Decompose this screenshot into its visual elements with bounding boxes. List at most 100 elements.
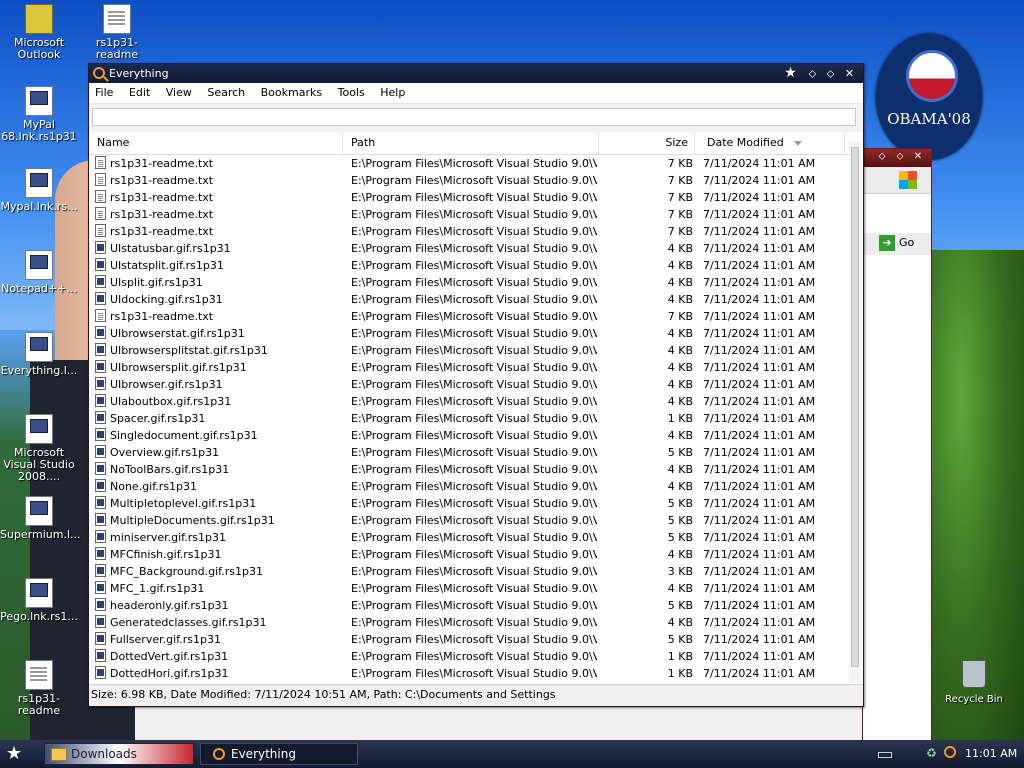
desktop-icon-pego[interactable]: Pego.lnk.rs1...: [0, 578, 78, 623]
table-row[interactable]: MFC_Background.gif.rs1p31 E:\Program File…: [89, 563, 849, 580]
table-row[interactable]: Fullserver.gif.rs1p31 E:\Program Files\Mi…: [89, 631, 849, 648]
file-size: 4 KB: [667, 327, 693, 340]
table-row[interactable]: MFCfinish.gif.rs1p31 E:\Program Files\Mic…: [89, 546, 849, 563]
table-row[interactable]: UIdocking.gif.rs1p31 E:\Program Files\Mic…: [89, 291, 849, 308]
desktop-icon-notepadpp[interactable]: Notepad++...: [0, 250, 78, 295]
file-path: E:\Program Files\Microsoft Visual Studio…: [351, 497, 597, 510]
results-list[interactable]: rs1p31-readme.txt E:\Program Files\Micros…: [89, 155, 849, 683]
background-window-titlebar[interactable]: ⬦ ⬦ ✕: [863, 149, 931, 167]
table-row[interactable]: UIbrowsersplit.gif.rs1p31 E:\Program File…: [89, 359, 849, 376]
minimize-icon[interactable]: ⬦: [805, 66, 820, 81]
keyboard-icon[interactable]: [878, 752, 892, 758]
table-row[interactable]: UIbrowsersplitstat.gif.rs1p31 E:\Program …: [89, 342, 849, 359]
table-row[interactable]: UIstatusbar.gif.rs1p31 E:\Program Files\M…: [89, 240, 849, 257]
image-file-icon: [95, 275, 106, 288]
table-row[interactable]: None.gif.rs1p31 E:\Program Files\Microsof…: [89, 478, 849, 495]
desktop-icon-outlook[interactable]: Microsoft Outlook: [0, 4, 78, 61]
table-row[interactable]: DottedVert.gif.rs1p31 E:\Program Files\Mi…: [89, 648, 849, 665]
desktop-icon-supermium[interactable]: Supermium.l...: [0, 496, 81, 541]
window-titlebar[interactable]: Everything ★ ⬦ ⬦ ✕: [89, 64, 863, 83]
taskbar-item-everything[interactable]: Everything: [200, 743, 358, 765]
table-row[interactable]: MultipleDocuments.gif.rs1p31 E:\Program F…: [89, 512, 849, 529]
background-window[interactable]: ⬦ ⬦ ✕ ➔ Go: [862, 148, 932, 740]
image-file-icon: [95, 292, 106, 305]
file-name: None.gif.rs1p31: [110, 480, 198, 493]
file-name: DottedHori.gif.rs1p31: [110, 667, 229, 680]
table-row[interactable]: miniserver.gif.rs1p31 E:\Program Files\Mi…: [89, 529, 849, 546]
desktop-icon-recycle-bin[interactable]: Recycle Bin: [943, 660, 1005, 705]
table-row[interactable]: Multipletoplevel.gif.rs1p31 E:\Program Fi…: [89, 495, 849, 512]
table-row[interactable]: rs1p31-readme.txt E:\Program Files\Micros…: [89, 172, 849, 189]
table-row[interactable]: rs1p31-readme.txt E:\Program Files\Micros…: [89, 155, 849, 172]
table-row[interactable]: rs1p31-readme.txt E:\Program Files\Micros…: [89, 308, 849, 325]
column-header-size[interactable]: Size: [599, 132, 695, 154]
go-button[interactable]: ➔ Go: [879, 235, 927, 253]
file-size: 4 KB: [667, 616, 693, 629]
start-button[interactable]: ★: [6, 744, 28, 764]
everything-tray-icon[interactable]: [944, 746, 956, 758]
table-row[interactable]: Spacer.gif.rs1p31 E:\Program Files\Micros…: [89, 410, 849, 427]
network-icon[interactable]: ♻: [926, 746, 937, 760]
desktop-icon-label: Microsoft Outlook: [13, 36, 65, 61]
image-file-icon: [95, 343, 106, 356]
shortcut-icon: [25, 578, 53, 608]
file-name: rs1p31-readme.txt: [110, 310, 214, 323]
table-row[interactable]: UIsplit.gif.rs1p31 E:\Program Files\Micro…: [89, 274, 849, 291]
file-size: 4 KB: [667, 429, 693, 442]
image-file-icon: [95, 428, 106, 441]
file-path: E:\Program Files\Microsoft Visual Studio…: [351, 293, 597, 306]
search-input[interactable]: [92, 108, 856, 126]
menu-file[interactable]: File: [89, 83, 119, 99]
desktop-icon-mypal68[interactable]: MyPal 68.lnk.rs1p31: [0, 86, 78, 143]
column-header-date-modified[interactable]: Date Modified: [695, 132, 845, 154]
file-path: E:\Program Files\Microsoft Visual Studio…: [351, 480, 597, 493]
table-row[interactable]: MFC_1.gif.rs1p31 E:\Program Files\Microso…: [89, 580, 849, 597]
pin-star-icon[interactable]: ★: [783, 66, 798, 81]
taskbar-item-downloads[interactable]: Downloads: [44, 743, 194, 765]
file-date: 7/11/2024 11:01 AM: [703, 395, 816, 408]
table-row[interactable]: rs1p31-readme.txt E:\Program Files\Micros…: [89, 189, 849, 206]
clock[interactable]: 11:01 AM: [965, 747, 1017, 760]
table-row[interactable]: Overview.gif.rs1p31 E:\Program Files\Micr…: [89, 444, 849, 461]
table-row[interactable]: Generatedclasses.gif.rs1p31 E:\Program Fi…: [89, 614, 849, 631]
file-path: E:\Program Files\Microsoft Visual Studio…: [351, 599, 597, 612]
table-row[interactable]: rs1p31-readme.txt E:\Program Files\Micros…: [89, 223, 849, 240]
close-icon[interactable]: ✕: [911, 151, 925, 165]
desktop-icon-mypal[interactable]: Mypal.lnk.rs...: [0, 168, 78, 213]
file-path: E:\Program Files\Microsoft Visual Studio…: [351, 208, 597, 221]
table-row[interactable]: rs1p31-readme.txt E:\Program Files\Micros…: [89, 206, 849, 223]
maximize-icon[interactable]: ⬦: [823, 66, 838, 81]
table-row[interactable]: UIstatsplit.gif.rs1p31 E:\Program Files\M…: [89, 257, 849, 274]
everything-window[interactable]: Everything ★ ⬦ ⬦ ✕ File Edit View Search…: [88, 63, 864, 707]
file-size: 5 KB: [667, 497, 693, 510]
menu-edit[interactable]: Edit: [123, 83, 156, 99]
table-row[interactable]: UIbrowserstat.gif.rs1p31 E:\Program Files…: [89, 325, 849, 342]
table-row[interactable]: NoToolBars.gif.rs1p31 E:\Program Files\Mi…: [89, 461, 849, 478]
close-icon[interactable]: ✕: [842, 66, 857, 81]
file-date: 7/11/2024 11:01 AM: [703, 327, 816, 340]
column-header-name[interactable]: Name: [89, 132, 343, 154]
desktop-icon-readme[interactable]: rs1p31-readme: [78, 4, 156, 61]
table-row[interactable]: UIaboutbox.gif.rs1p31 E:\Program Files\Mi…: [89, 393, 849, 410]
desktop: Microsoft Outlook rs1p31-readme MyPal 68…: [0, 0, 1024, 740]
menu-help[interactable]: Help: [374, 83, 411, 99]
menu-search[interactable]: Search: [201, 83, 251, 99]
menu-view[interactable]: View: [160, 83, 198, 99]
file-path: E:\Program Files\Microsoft Visual Studio…: [351, 514, 597, 527]
desktop-icon-visual-studio[interactable]: Microsoft Visual Studio 2008....: [0, 414, 78, 483]
maximize-icon[interactable]: ⬦: [893, 151, 907, 165]
menu-bookmarks[interactable]: Bookmarks: [255, 83, 328, 99]
menu-tools[interactable]: Tools: [332, 83, 371, 99]
restore-icon[interactable]: ⬦: [875, 151, 889, 165]
scrollbar-thumb[interactable]: [851, 147, 859, 667]
table-row[interactable]: Singledocument.gif.rs1p31 E:\Program File…: [89, 427, 849, 444]
desktop-icon-readme-2[interactable]: rs1p31-readme: [0, 660, 78, 717]
table-row[interactable]: DottedHori.gif.rs1p31 E:\Program Files\Mi…: [89, 665, 849, 682]
file-date: 7/11/2024 11:01 AM: [703, 191, 816, 204]
shortcut-icon: [25, 168, 53, 198]
column-header-path[interactable]: Path: [343, 132, 599, 154]
vertical-scrollbar[interactable]: [849, 141, 861, 683]
table-row[interactable]: headeronly.gif.rs1p31 E:\Program Files\Mi…: [89, 597, 849, 614]
table-row[interactable]: UIbrowser.gif.rs1p31 E:\Program Files\Mic…: [89, 376, 849, 393]
desktop-icon-everything[interactable]: Everything.l...: [0, 332, 78, 377]
